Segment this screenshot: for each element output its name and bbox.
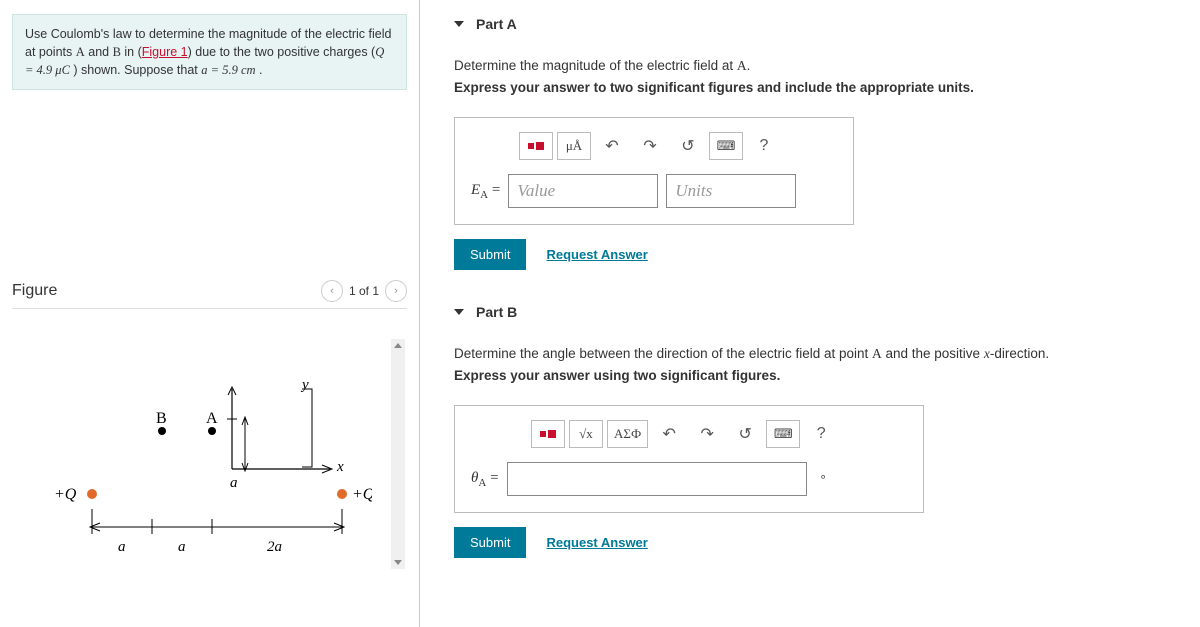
point-b: B: [113, 45, 121, 59]
part-b-header[interactable]: Part B: [454, 298, 1180, 330]
a2: a: [178, 539, 186, 555]
part-a-label: EA =: [471, 182, 500, 201]
reset-icon[interactable]: ↺: [671, 132, 705, 160]
part-a-instruct: Express your answer to two significant f…: [454, 80, 1180, 95]
figure-pager: ‹ 1 of 1 ›: [321, 280, 407, 302]
part-b-submit-row: Submit Request Answer: [454, 527, 1180, 558]
part-b-answer-box: √x ΑΣФ ↶ ↷ ↺ ⌨ ? θA = °: [454, 405, 924, 513]
a-eq: a = 5.9 cm: [201, 63, 255, 77]
request-answer-link[interactable]: Request Answer: [546, 535, 647, 550]
greek-button[interactable]: ΑΣФ: [607, 420, 648, 448]
pa-p1: Determine the magnitude of the electric …: [454, 58, 737, 73]
part-b: Part B Determine the angle between the d…: [454, 298, 1180, 558]
figure-link[interactable]: Figure 1: [142, 45, 188, 59]
pa-p3: .: [747, 58, 751, 73]
txt-dot: .: [256, 63, 263, 77]
ea-e: E: [471, 182, 480, 198]
figure-diagram: y x a a B A: [32, 359, 372, 559]
x-label: x: [336, 459, 344, 475]
ea-eq: =: [488, 182, 500, 198]
undo-icon[interactable]: ↶: [652, 420, 686, 448]
angle-input[interactable]: [507, 462, 807, 496]
part-b-title: Part B: [476, 304, 517, 320]
keyboard-icon[interactable]: ⌨: [766, 420, 800, 448]
part-a-header[interactable]: Part A: [454, 10, 1180, 42]
part-b-instruct: Express your answer using two significan…: [454, 368, 1180, 383]
plus-q-left: +Q: [54, 486, 77, 503]
part-b-prompt: Determine the angle between the directio…: [454, 346, 1180, 362]
pa-p2: A: [737, 58, 747, 73]
part-b-label: θA =: [471, 470, 499, 489]
figure-canvas: y x a a B A: [12, 339, 407, 569]
problem-statement: Use Coulomb's law to determine the magni…: [12, 14, 407, 90]
units-input[interactable]: [666, 174, 796, 208]
txt-2: ) due to the two positive charges (: [188, 45, 376, 59]
figure-title: Figure: [12, 282, 57, 300]
left-column: Use Coulomb's law to determine the magni…: [0, 0, 420, 627]
degree-symbol: °: [821, 472, 826, 487]
part-b-input-row: θA = °: [471, 462, 907, 496]
a1: a: [118, 539, 126, 555]
right-column: Part A Determine the magnitude of the el…: [420, 0, 1200, 627]
pb-p5: -direction.: [990, 346, 1049, 361]
figure-section: Figure ‹ 1 of 1 › y x a: [12, 280, 407, 569]
next-figure-button[interactable]: ›: [385, 280, 407, 302]
pb-p1: Determine the angle between the directio…: [454, 346, 872, 361]
units-button[interactable]: μÅ: [557, 132, 591, 160]
sqrt-button[interactable]: √x: [569, 420, 603, 448]
request-answer-link[interactable]: Request Answer: [546, 247, 647, 262]
plus-q-right: +Q: [352, 486, 372, 503]
pb-p3: and the positive: [882, 346, 984, 361]
reset-icon[interactable]: ↺: [728, 420, 762, 448]
templates-button[interactable]: [531, 420, 565, 448]
figure-header: Figure ‹ 1 of 1 ›: [12, 280, 407, 309]
part-a-prompt: Determine the magnitude of the electric …: [454, 58, 1180, 74]
help-button[interactable]: ?: [804, 420, 838, 448]
txt-and: and: [85, 45, 113, 59]
figure-scrollbar[interactable]: [391, 339, 405, 569]
part-a-toolbar: μÅ ↶ ↷ ↺ ⌨ ?: [519, 132, 837, 160]
two-a: 2a: [267, 539, 282, 555]
keyboard-icon[interactable]: ⌨: [709, 132, 743, 160]
part-a-submit-row: Submit Request Answer: [454, 239, 1180, 270]
label-b: B: [156, 410, 167, 427]
part-b-toolbar: √x ΑΣФ ↶ ↷ ↺ ⌨ ?: [531, 420, 907, 448]
txt-3: ) shown. Suppose that: [70, 63, 201, 77]
caret-down-icon: [454, 21, 464, 27]
y-label: y: [300, 377, 309, 393]
templates-button[interactable]: [519, 132, 553, 160]
undo-icon[interactable]: ↶: [595, 132, 629, 160]
part-a-title: Part A: [476, 16, 517, 32]
submit-button[interactable]: Submit: [454, 527, 526, 558]
label-a: A: [206, 410, 218, 427]
th-eq: =: [486, 470, 498, 486]
value-input[interactable]: [508, 174, 658, 208]
ea-sub: A: [480, 189, 488, 201]
part-a: Part A Determine the magnitude of the el…: [454, 10, 1180, 270]
pb-p2: A: [872, 346, 882, 361]
redo-icon[interactable]: ↷: [633, 132, 667, 160]
submit-button[interactable]: Submit: [454, 239, 526, 270]
redo-icon[interactable]: ↷: [690, 420, 724, 448]
pager-text: 1 of 1: [349, 284, 379, 298]
caret-down-icon: [454, 309, 464, 315]
point-a: A: [76, 45, 85, 59]
txt-in: in (: [121, 45, 142, 59]
part-a-answer-box: μÅ ↶ ↷ ↺ ⌨ ? EA =: [454, 117, 854, 225]
help-button[interactable]: ?: [747, 132, 781, 160]
part-a-input-row: EA =: [471, 174, 837, 208]
a-mid: a: [230, 475, 238, 491]
prev-figure-button[interactable]: ‹: [321, 280, 343, 302]
